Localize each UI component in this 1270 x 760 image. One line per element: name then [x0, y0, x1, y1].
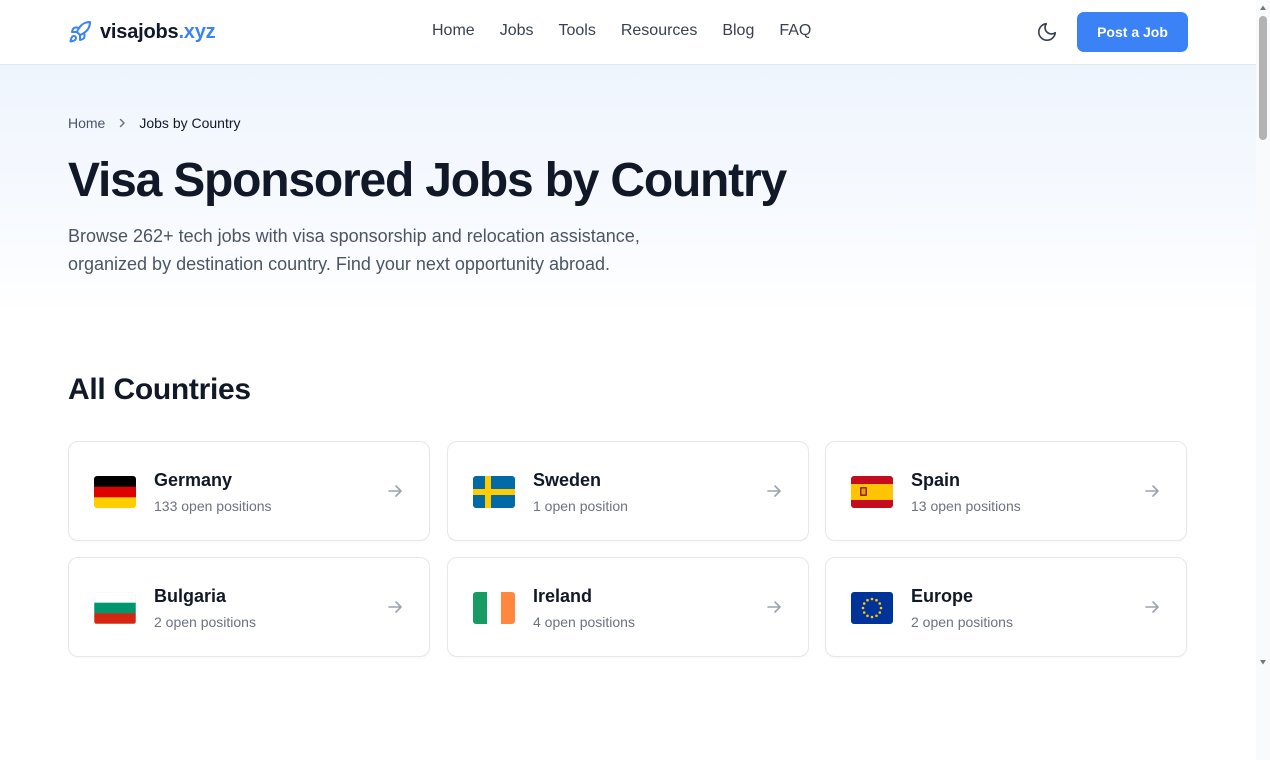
- eu-flag-icon: [851, 592, 893, 624]
- arrow-right-icon: [388, 485, 402, 497]
- page-subtitle: Browse 262+ tech jobs with visa sponsors…: [68, 226, 640, 274]
- arrow-right-icon: [767, 485, 781, 497]
- arrow-right-icon: [1145, 485, 1159, 497]
- post-job-button[interactable]: Post a Job: [1077, 12, 1188, 52]
- country-card-germany[interactable]: Germany 133 open positions: [68, 441, 430, 541]
- nav-blog[interactable]: Blog: [722, 22, 754, 40]
- country-card-ireland[interactable]: Ireland 4 open positions: [447, 557, 809, 657]
- position-count: 1 open position: [533, 498, 628, 514]
- nav-home[interactable]: Home: [432, 22, 475, 40]
- position-count: 2 open positions: [154, 614, 256, 630]
- hero-section: Home Jobs by Country Visa Sponsored Jobs…: [0, 65, 1256, 315]
- moon-icon: [1037, 22, 1057, 42]
- breadcrumb-current: Jobs by Country: [139, 115, 241, 131]
- logo-brand: visajobs: [100, 20, 179, 43]
- position-count: 133 open positions: [154, 498, 272, 514]
- country-name: Ireland: [533, 586, 593, 606]
- scrollbar-thumb[interactable]: [1259, 16, 1267, 140]
- scroll-up-arrow-icon[interactable]: [1259, 4, 1267, 12]
- section-title: All Countries: [68, 373, 251, 406]
- country-name: Sweden: [533, 470, 602, 490]
- breadcrumb-home-link[interactable]: Home: [68, 115, 105, 131]
- chevron-right-icon: [120, 118, 126, 128]
- country-card-europe[interactable]: Europe 2 open positions: [825, 557, 1187, 657]
- vertical-scrollbar[interactable]: [1256, 0, 1270, 760]
- country-name: Bulgaria: [154, 586, 227, 606]
- arrow-right-icon: [388, 601, 402, 613]
- spain-flag-icon: [851, 476, 893, 508]
- breadcrumb: Home Jobs by Country: [68, 115, 241, 131]
- position-count: 2 open positions: [911, 614, 1013, 630]
- top-navbar: visajobs.xyz Home Jobs Tools Resources B…: [0, 0, 1256, 65]
- nav-resources[interactable]: Resources: [621, 22, 697, 40]
- position-count: 13 open positions: [911, 498, 1021, 514]
- logo-tld: .xyz: [178, 20, 216, 43]
- germany-flag-icon: [94, 476, 136, 508]
- scroll-down-arrow-icon[interactable]: [1259, 658, 1267, 666]
- country-card-sweden[interactable]: Sweden 1 open position: [447, 441, 809, 541]
- logo-text: visajobs.xyz: [100, 20, 216, 44]
- bulgaria-flag-icon: [94, 592, 136, 624]
- position-count: 4 open positions: [533, 614, 635, 630]
- arrow-right-icon: [1145, 601, 1159, 613]
- page: visajobs.xyz Home Jobs Tools Resources B…: [0, 0, 1256, 760]
- rocket-icon: [69, 20, 91, 43]
- site-logo[interactable]: visajobs.xyz: [68, 20, 216, 44]
- nav-jobs[interactable]: Jobs: [500, 22, 534, 40]
- nav-faq[interactable]: FAQ: [779, 22, 811, 40]
- ireland-flag-icon: [473, 592, 515, 624]
- arrow-right-icon: [767, 601, 781, 613]
- page-title: Visa Sponsored Jobs by Country: [68, 154, 787, 207]
- country-name: Europe: [911, 586, 974, 606]
- country-card-bulgaria[interactable]: Bulgaria 2 open positions: [68, 557, 430, 657]
- main-nav: Home Jobs Tools Resources Blog FAQ: [432, 22, 836, 40]
- country-card-spain[interactable]: Spain 13 open positions: [825, 441, 1187, 541]
- nav-tools[interactable]: Tools: [558, 22, 595, 40]
- theme-toggle-button[interactable]: [1036, 21, 1058, 43]
- country-name: Germany: [154, 470, 233, 490]
- sweden-flag-icon: [473, 476, 515, 508]
- country-name: Spain: [911, 470, 961, 490]
